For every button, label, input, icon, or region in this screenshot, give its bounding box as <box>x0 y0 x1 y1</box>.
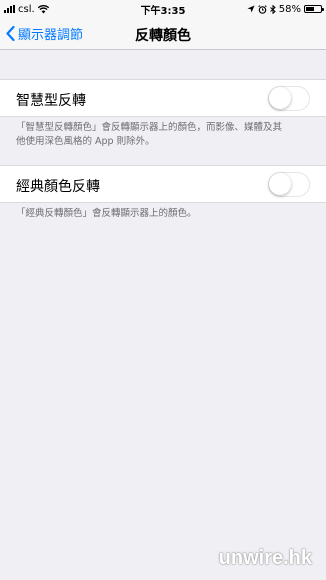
watermark-logo: unwire.hk <box>218 547 312 569</box>
smart-invert-row: 智慧型反轉 <box>0 79 326 117</box>
signal-strength-icon <box>4 5 15 13</box>
toggle-knob <box>269 87 291 109</box>
status-right: 58% <box>212 3 324 15</box>
smart-invert-description-line2: 他使用深色風格的 App 則除外。 <box>16 136 155 147</box>
status-bar: csl. 下午3:35 58% <box>0 0 326 18</box>
classic-invert-row: 經典顏色反轉 <box>0 165 326 203</box>
classic-invert-description: 「經典反轉顏色」會反轉顯示器上的顏色。 <box>16 208 197 219</box>
alarm-clock-icon <box>258 4 267 14</box>
location-arrow-icon <box>247 5 255 13</box>
smart-invert-label: 智慧型反轉 <box>16 93 86 109</box>
status-left: csl. <box>4 4 114 15</box>
status-time: 下午3:35 <box>140 5 186 17</box>
battery-percentage: 58% <box>278 3 301 15</box>
bluetooth-icon <box>269 4 276 14</box>
smart-invert-description-line1: 「智慧型反轉顏色」會反轉顯示器上的顏色，而影像、媒體及其 <box>16 122 283 133</box>
toggle-knob <box>269 173 291 195</box>
smart-invert-toggle[interactable] <box>268 86 310 111</box>
page-title: 反轉顏色 <box>135 28 191 44</box>
carrier-label: csl. <box>18 3 35 15</box>
classic-invert-toggle[interactable] <box>268 172 310 197</box>
classic-invert-label: 經典顏色反轉 <box>16 179 100 195</box>
navigation-bar: 顯示器調節 反轉顏色 <box>0 18 326 50</box>
smart-invert-description: 「智慧型反轉顏色」會反轉顯示器上的顏色，而影像、媒體及其 他使用深色風格的 Ap… <box>16 121 316 149</box>
wifi-icon <box>37 4 49 13</box>
battery-fill <box>306 7 315 11</box>
battery-icon <box>304 5 324 13</box>
